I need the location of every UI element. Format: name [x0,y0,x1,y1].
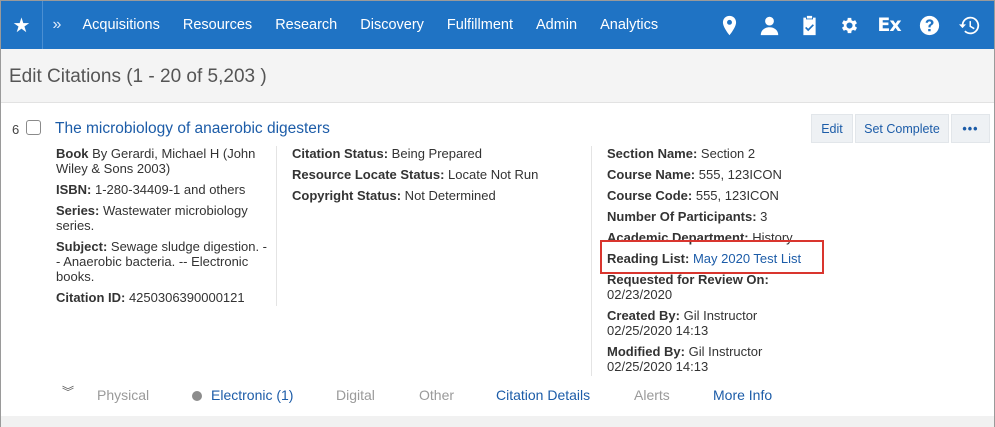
course-code-field: Course Code: 555, 123ICON [607,188,827,203]
participants-field: Number Of Participants: 3 [607,209,827,224]
isbn-value: 1-280-34409-1 and others [91,182,246,197]
bibliographic-column: Book By Gerardi, Michael H (John Wiley &… [56,146,268,311]
clipboard-check-icon[interactable] [798,14,820,36]
location-pin-icon[interactable] [718,14,740,36]
history-icon[interactable] [958,14,980,36]
page-header: Edit Citations (1 - 20 of 5,203 ) [1,49,994,103]
menu-admin[interactable]: Admin [524,1,588,49]
citation-status-label: Citation Status: [292,146,389,161]
citation-id-field: Citation ID: 4250306390000121 [56,290,268,305]
modified-by-label: Modified By: [607,344,685,359]
tab-citation-details[interactable]: Citation Details [496,387,590,403]
edit-button[interactable]: Edit [811,114,853,143]
star-icon[interactable]: ★ [1,1,43,49]
menu-discovery[interactable]: Discovery [349,1,436,49]
book-field: Book By Gerardi, Michael H (John Wiley &… [56,146,268,176]
isbn-field: ISBN: 1-280-34409-1 and others [56,182,268,197]
citation-title-link[interactable]: The microbiology of anaerobic digesters [55,120,330,138]
created-by-value: Gil Instructor [679,308,758,323]
column-divider [591,146,592,376]
ex-label: Ex [877,14,901,36]
menu-research[interactable]: Research [264,1,349,49]
tab-alerts: Alerts [634,387,670,403]
chevron-right-icon[interactable]: » [43,1,71,49]
ex-icon[interactable]: Ex [877,14,901,36]
course-name-field: Course Name: 555, 123ICON [607,167,827,182]
modified-date-value: 02/25/2020 14:13 [607,359,709,374]
course-name-value: 555, 123ICON [695,167,782,182]
created-by-field: Created By: Gil Instructor 02/25/2020 14:… [607,308,827,338]
top-nav-bar: ★ » Acquisitions Resources Research Disc… [1,1,994,49]
menu-resources[interactable]: Resources [171,1,263,49]
menu-analytics[interactable]: Analytics [589,1,670,49]
section-name-field: Section Name: Section 2 [607,146,827,161]
course-name-label: Course Name: [607,167,696,182]
tab-physical: Physical [97,387,150,403]
tab-digital: Digital [336,387,375,403]
tab-electronic[interactable]: Electronic (1) [211,387,293,403]
main-menu: Acquisitions Resources Research Discover… [71,1,670,49]
electronic-indicator-dot [192,391,202,401]
citation-id-value: 4250306390000121 [125,290,245,305]
copyright-status-field: Copyright Status: Not Determined [292,188,582,203]
series-field: Series: Wastewater microbiology series. [56,203,268,233]
locate-status-field: Resource Locate Status: Locate Not Run [292,167,582,182]
book-label: Book [56,146,89,161]
expand-toggle-icon[interactable]: ︾ [62,383,74,400]
copyright-status-label: Copyright Status: [292,188,402,203]
created-by-label: Created By: [607,308,680,323]
citation-status-value: Being Prepared [388,146,483,161]
citation-status-field: Citation Status: Being Prepared [292,146,582,161]
help-icon[interactable] [918,14,940,36]
user-icon[interactable] [758,14,780,36]
modified-by-field: Modified By: Gil Instructor 02/25/2020 14… [607,344,827,374]
record-select-checkbox[interactable] [26,120,41,135]
tab-other: Other [419,387,455,403]
more-actions-button[interactable]: ••• [951,114,990,143]
nav-icon-group: Ex [718,1,980,49]
menu-fulfillment[interactable]: Fulfillment [435,1,524,49]
subject-field: Subject: Sewage sludge digestion. -- Ana… [56,239,268,284]
copyright-status-value: Not Determined [401,188,496,203]
status-column: Citation Status: Being Prepared Resource… [292,146,582,209]
section-name-label: Section Name: [607,146,698,161]
course-code-value: 555, 123ICON [692,188,779,203]
subject-label: Subject: [56,239,108,254]
review-date-value: 02/23/2020 [607,287,673,302]
tab-more-info[interactable]: More Info [713,387,772,403]
record-number: 6 [12,122,20,137]
list-divider [1,416,994,427]
isbn-label: ISBN: [56,182,92,197]
participants-value: 3 [756,209,768,224]
participants-label: Number Of Participants: [607,209,757,224]
gear-icon[interactable] [838,14,860,36]
set-complete-button[interactable]: Set Complete [855,114,949,143]
modified-by-value: Gil Instructor [685,344,763,359]
locate-status-label: Resource Locate Status: [292,167,445,182]
review-date-field: Requested for Review On: 02/23/2020 [607,272,827,302]
citation-id-label: Citation ID: [56,290,126,305]
review-date-label: Requested for Review On: [607,272,769,287]
section-name-value: Section 2 [697,146,756,161]
reading-list-highlight-box [600,240,824,274]
series-label: Series: [56,203,100,218]
column-divider [276,146,277,306]
created-date-value: 02/25/2020 14:13 [607,323,709,338]
menu-acquisitions[interactable]: Acquisitions [71,1,171,49]
page-title: Edit Citations (1 - 20 of 5,203 ) [9,66,267,87]
course-code-label: Course Code: [607,188,693,203]
locate-status-value: Locate Not Run [444,167,539,182]
